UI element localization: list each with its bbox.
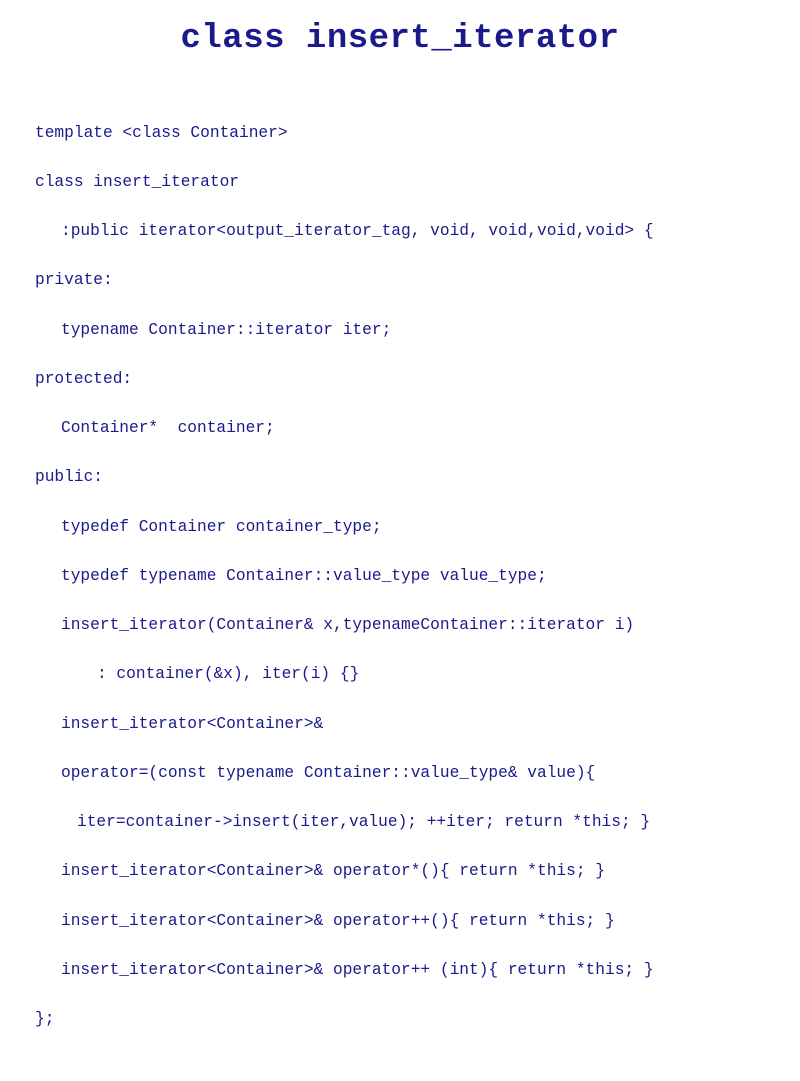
code-line: Container* container; [35, 416, 765, 441]
code-line: template <class Container> [35, 121, 765, 146]
code-line: :public iterator<output_iterator_tag, vo… [35, 219, 765, 244]
code-line: typedef Container container_type; [35, 515, 765, 540]
code-line: class insert_iterator [35, 170, 765, 195]
code-line: insert_iterator(Container& x,typenameCon… [35, 613, 765, 638]
code-line: }; [35, 1007, 765, 1032]
slide-title: class insert_iterator [35, 20, 765, 58]
slide-container: class insert_iterator template <class Co… [0, 0, 800, 600]
code-line: public: [35, 465, 765, 490]
code-line: iter=container->insert(iter,value); ++it… [35, 810, 765, 835]
code-line: operator=(const typename Container::valu… [35, 761, 765, 786]
code-block: template <class Container> class insert_… [35, 96, 765, 1081]
code-line: private: [35, 268, 765, 293]
code-line: insert_iterator<Container>& operator*(){… [35, 859, 765, 884]
code-line: insert_iterator<Container>& [35, 712, 765, 737]
code-line: typename Container::iterator iter; [35, 318, 765, 343]
code-line: protected: [35, 367, 765, 392]
code-line: typedef typename Container::value_type v… [35, 564, 765, 589]
code-line: insert_iterator<Container>& operator++ (… [35, 958, 765, 983]
code-line: insert_iterator<Container>& operator++()… [35, 909, 765, 934]
code-line: : container(&x), iter(i) {} [35, 662, 765, 687]
